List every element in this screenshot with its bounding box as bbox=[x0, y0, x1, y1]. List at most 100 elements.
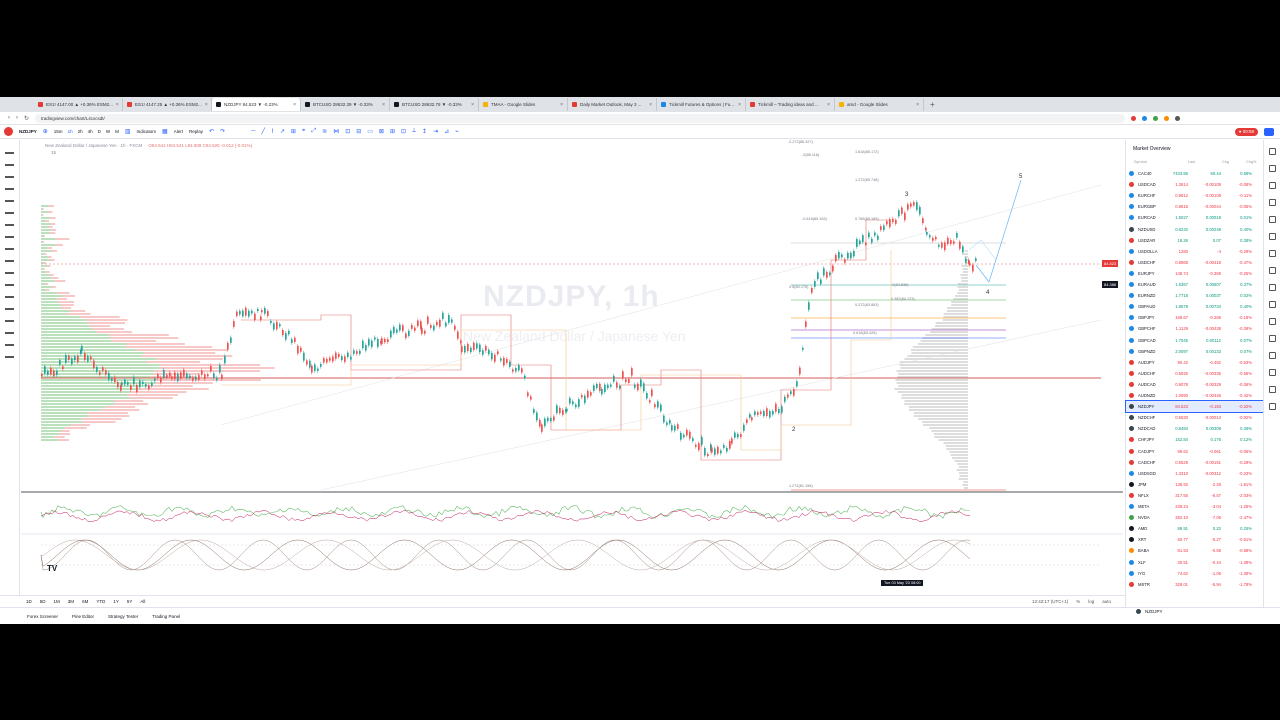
drawing-tool-icon[interactable]: ↗ bbox=[280, 128, 285, 135]
drawing-tool-icon[interactable] bbox=[5, 236, 14, 238]
watchlist-row[interactable]: GBPJPY 168.67 -0.286 -0.18% bbox=[1126, 312, 1264, 323]
close-tab-icon[interactable]: × bbox=[916, 102, 919, 108]
percent-toggle[interactable]: % bbox=[1076, 599, 1080, 604]
col-chg[interactable]: Chg bbox=[1222, 160, 1229, 164]
drawing-tool-icon[interactable] bbox=[5, 284, 14, 286]
watchlist-row[interactable]: AUDNZD 1.0690 -0.00446 -0.42% bbox=[1126, 390, 1264, 401]
recording-badge[interactable]: ● 00:59 bbox=[1234, 127, 1258, 136]
watchlist-row[interactable]: USDOLLA 1280 -4 -0.29% bbox=[1126, 246, 1264, 257]
url-bar[interactable]: tradingview.com/chart/L4cxcsdt/ bbox=[35, 113, 1126, 123]
extension-icon[interactable] bbox=[1164, 115, 1170, 121]
new-tab-button[interactable]: + bbox=[930, 100, 935, 109]
drawing-tool-icon[interactable] bbox=[5, 152, 14, 154]
watchlist-row[interactable]: GBPCHF 1.1129 -0.00438 -0.39% bbox=[1126, 323, 1264, 334]
date-range-option[interactable]: 6M bbox=[82, 599, 88, 604]
bottom-panel-tab[interactable]: Strategy Tester bbox=[108, 614, 138, 619]
drawing-tool-icon[interactable]: ⊠ bbox=[379, 128, 384, 135]
drawing-tool-icon[interactable]: ⋈ bbox=[333, 128, 339, 135]
close-tab-icon[interactable]: × bbox=[293, 102, 296, 108]
replay-button[interactable]: Replay bbox=[189, 129, 203, 134]
watchlist-row[interactable]: CHFJPY 152.84 0.176 0.12% bbox=[1126, 434, 1264, 445]
auto-toggle[interactable]: auto bbox=[1102, 599, 1111, 604]
watchlist-row[interactable]: GBPNZD 2.0097 0.00133 0.07% bbox=[1126, 346, 1264, 357]
sidebar-widget-icon[interactable] bbox=[1269, 352, 1276, 359]
sidebar-widget-icon[interactable] bbox=[1269, 267, 1276, 274]
watchlist-row[interactable]: EURGBP 0.8816 -0.00044 -0.05% bbox=[1126, 201, 1264, 212]
watchlist-row[interactable]: NZDCHF 0.5530 -0.00013 -0.02% bbox=[1126, 412, 1264, 423]
drawing-tool-icon[interactable] bbox=[5, 212, 14, 214]
watchlist-row[interactable]: AUDCAD 0.9078 -0.00329 -0.36% bbox=[1126, 379, 1264, 390]
browser-tab[interactable]: ES1! 4147.00 ▲ +0.36% ESM2... × bbox=[34, 98, 123, 111]
sidebar-widget-icon[interactable] bbox=[1269, 182, 1276, 189]
drawing-tool-icon[interactable] bbox=[5, 260, 14, 262]
watchlist-row[interactable]: CAC40 7433.56 50.44 0.68% bbox=[1126, 168, 1264, 179]
interval-option[interactable]: M bbox=[115, 129, 119, 134]
close-tab-icon[interactable]: × bbox=[205, 102, 208, 108]
extension-icon[interactable] bbox=[1153, 115, 1159, 121]
watchlist-row[interactable]: EURJPY 148.74 -0.369 -0.25% bbox=[1126, 268, 1264, 279]
drawing-tool-icon[interactable] bbox=[5, 344, 14, 346]
browser-tab[interactable]: Tickmill – Trading ideas and ... × bbox=[746, 98, 835, 111]
interval-option[interactable]: 2h bbox=[78, 129, 83, 134]
drawing-tool-icon[interactable]: ─ bbox=[251, 128, 255, 135]
watchlist-row[interactable]: CADJPY 99.62 -0.061 -0.06% bbox=[1126, 446, 1264, 457]
col-symbol[interactable]: Symbol bbox=[1134, 160, 1147, 164]
bottom-panel-tab[interactable]: Forex Screener bbox=[27, 614, 58, 619]
watchlist-row[interactable]: EURCHF 0.9812 -0.00108 -0.11% bbox=[1126, 190, 1264, 201]
watchlist-row[interactable]: MSTR 328.01 -5.94 -1.78% bbox=[1126, 579, 1264, 590]
close-tab-icon[interactable]: × bbox=[738, 102, 741, 108]
publish-button[interactable] bbox=[1264, 127, 1274, 136]
date-range-option[interactable]: 1Y bbox=[113, 599, 119, 604]
watchlist-row[interactable]: XRT 60.77 -0.27 -0.61% bbox=[1126, 534, 1264, 545]
drawing-tool-icon[interactable]: ⊿ bbox=[444, 128, 449, 135]
log-toggle[interactable]: log bbox=[1088, 599, 1094, 604]
menu-icon[interactable] bbox=[4, 127, 13, 136]
drawing-tool-icon[interactable]: ↥ bbox=[422, 128, 427, 135]
col-last[interactable]: Last bbox=[1188, 160, 1195, 164]
reload-icon[interactable]: ↻ bbox=[24, 115, 29, 122]
watchlist-row[interactable]: IYG 74.62 -1.06 -1.39% bbox=[1126, 568, 1264, 579]
watchlist-row[interactable]: META 239.24 -3.04 -1.25% bbox=[1126, 501, 1264, 512]
drawing-tool-icon[interactable] bbox=[5, 200, 14, 202]
bottom-panel-tab[interactable]: Pine Editor bbox=[72, 614, 94, 619]
sidebar-widget-icon[interactable] bbox=[1269, 148, 1276, 155]
watchlist-row[interactable]: USDCHF 0.8868 -0.00418 -0.47% bbox=[1126, 257, 1264, 268]
watchlist-row[interactable]: GBPAUD 1.8578 0.00734 0.40% bbox=[1126, 301, 1264, 312]
back-icon[interactable]: ‹ bbox=[8, 115, 10, 121]
templates-icon[interactable]: ▦ bbox=[162, 128, 168, 135]
watchlist-row[interactable]: AUDJPY 90.42 -0.482 -0.53% bbox=[1126, 357, 1264, 368]
interval-option[interactable]: D bbox=[98, 129, 101, 134]
drawing-tool-icon[interactable] bbox=[5, 320, 14, 322]
sidebar-widget-icon[interactable] bbox=[1269, 250, 1276, 257]
sidebar-widget-icon[interactable] bbox=[1269, 403, 1276, 410]
drawing-tool-icon[interactable] bbox=[5, 224, 14, 226]
watchlist-title[interactable]: Market Overview bbox=[1133, 146, 1171, 152]
date-range-option[interactable]: 1M bbox=[54, 599, 60, 604]
watchlist-row[interactable]: NVDA 282.10 -7.06 -2.47% bbox=[1126, 512, 1264, 523]
watchlist-row[interactable]: NZDCAD 0.8484 0.00308 0.36% bbox=[1126, 423, 1264, 434]
date-range-option[interactable]: 5Y bbox=[127, 599, 133, 604]
close-tab-icon[interactable]: × bbox=[827, 102, 830, 108]
date-range-option[interactable]: 3M bbox=[68, 599, 74, 604]
drawing-tool-icon[interactable]: ⇥ bbox=[433, 128, 438, 135]
drawing-tool-icon[interactable]: ▭ bbox=[367, 128, 373, 135]
utc-clock[interactable]: 12:42:17 (UTC+1) bbox=[1032, 599, 1068, 604]
extension-icon[interactable] bbox=[1131, 115, 1137, 121]
watchlist-row[interactable]: BABA 81.53 -0.58 -0.68% bbox=[1126, 545, 1264, 556]
symbol-search[interactable]: NZDJPY bbox=[19, 129, 37, 134]
sidebar-widget-icon[interactable] bbox=[1269, 318, 1276, 325]
browser-tab[interactable]: Daily Market Outlook, May 3 ... × bbox=[568, 98, 657, 111]
drawing-tool-icon[interactable]: ⌇ bbox=[271, 128, 274, 135]
close-tab-icon[interactable]: × bbox=[560, 102, 563, 108]
sidebar-widget-icon[interactable] bbox=[1269, 165, 1276, 172]
col-chgpct[interactable]: Chg% bbox=[1246, 160, 1256, 164]
watchlist-row[interactable]: CADCHF 0.6529 -0.00191 -0.29% bbox=[1126, 457, 1264, 468]
drawing-tool-icon[interactable] bbox=[5, 272, 14, 274]
browser-tab[interactable]: NZDJPY 84.523 ▼ -0.23% × bbox=[212, 98, 301, 111]
drawing-tool-icon[interactable] bbox=[5, 176, 14, 178]
watchlist-row[interactable]: USDZAR 18.26 0.07 0.38% bbox=[1126, 235, 1264, 246]
watchlist-row[interactable]: GBPCAD 1.7045 0.00112 0.07% bbox=[1126, 335, 1264, 346]
date-range-option[interactable]: All bbox=[140, 599, 145, 604]
date-range-option[interactable]: YTD bbox=[96, 599, 105, 604]
details-symbol[interactable]: NZDJPY bbox=[1136, 609, 1163, 614]
